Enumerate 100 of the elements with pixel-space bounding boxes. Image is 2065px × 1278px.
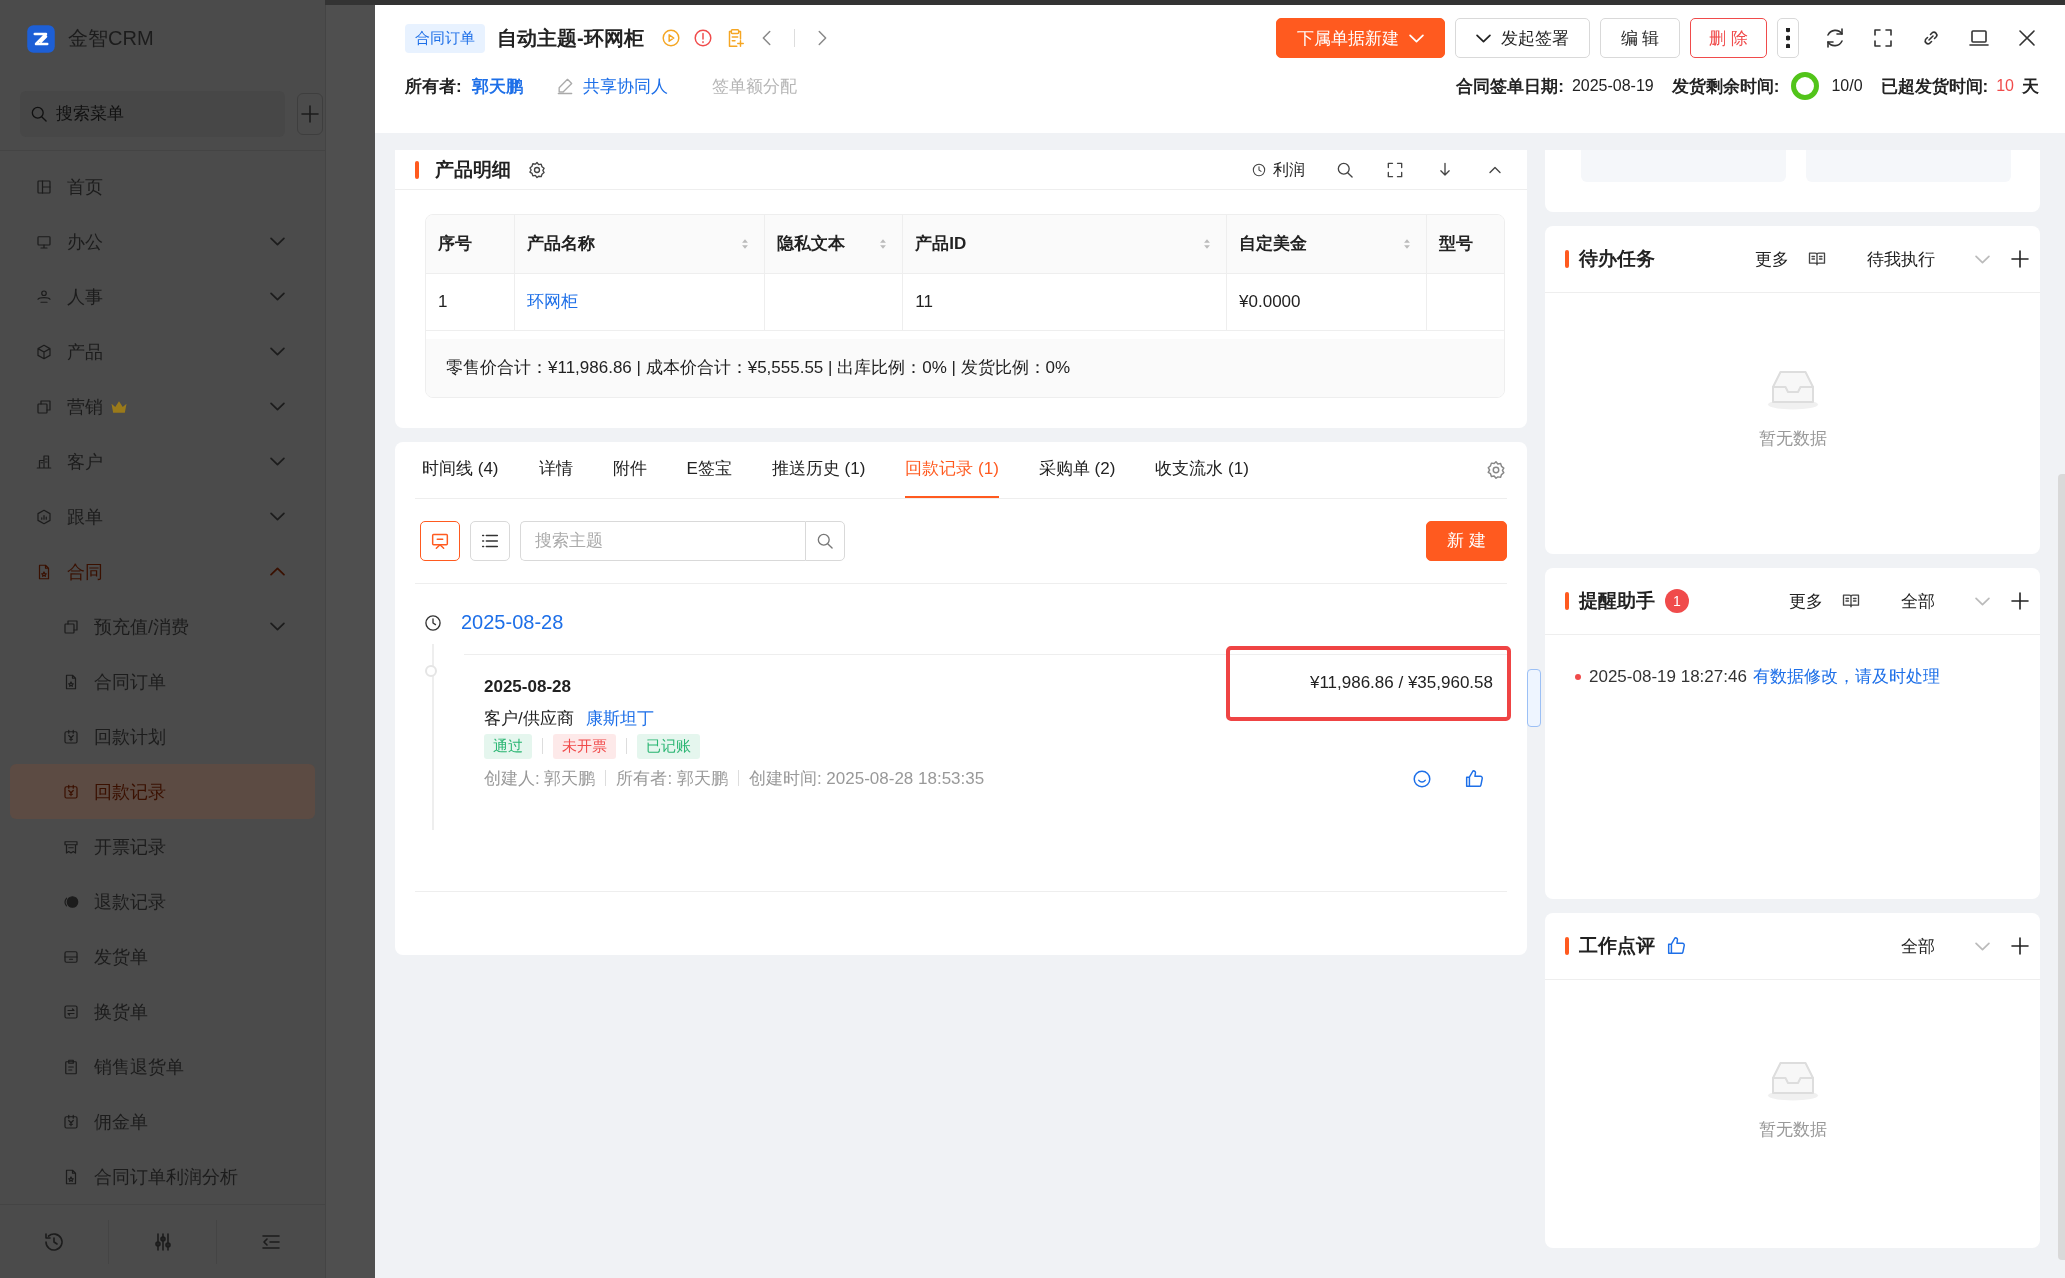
timeline-date: 2025-08-28 bbox=[461, 611, 564, 634]
record-title: 自动主题-环网柜 bbox=[497, 25, 644, 51]
status-tag: 已记账 bbox=[637, 733, 700, 759]
layout-icon bbox=[35, 177, 53, 196]
tab[interactable]: 推送历史 (1) bbox=[771, 441, 866, 498]
swap-icon bbox=[62, 1002, 80, 1021]
collapse-handle[interactable] bbox=[1527, 669, 1541, 727]
section-title: 工作点评 bbox=[1579, 934, 1655, 958]
meta-text: 创建人: 郭天鹏 bbox=[484, 767, 596, 790]
meta-value: 2025-08-19 bbox=[1571, 77, 1654, 95]
status-tag: 未开票 bbox=[553, 733, 616, 759]
table-cell: 11 bbox=[902, 273, 1227, 330]
section-title: 待办任务 bbox=[1579, 247, 1655, 271]
action-button[interactable]: 编 辑 bbox=[1599, 18, 1681, 58]
status-tag: 通过 bbox=[484, 733, 532, 759]
column-header[interactable]: 自定美金 bbox=[1226, 215, 1427, 273]
chevron-down-icon bbox=[270, 402, 285, 412]
view-toggle[interactable] bbox=[420, 520, 460, 561]
filter-dropdown[interactable]: 全部 bbox=[1901, 589, 1990, 613]
chevron-down-icon bbox=[1475, 33, 1491, 43]
chart-icon bbox=[35, 507, 53, 526]
more-link[interactable]: 更多 bbox=[1755, 247, 1789, 271]
thumbs-up-icon[interactable] bbox=[1463, 767, 1485, 790]
column-header[interactable]: 隐私文本 bbox=[764, 215, 903, 273]
clipboard-icon bbox=[62, 1057, 80, 1076]
tab[interactable]: 回款记录 (1) bbox=[905, 441, 999, 498]
share-link[interactable]: 共享协同人 bbox=[554, 74, 668, 98]
tab[interactable]: 采购单 (2) bbox=[1038, 441, 1116, 498]
add-icon[interactable] bbox=[2008, 589, 2032, 613]
amount-text: ¥11,986.86 / ¥35,960.58 bbox=[1226, 645, 1511, 721]
chevron-down-icon bbox=[1408, 33, 1424, 43]
filter-dropdown[interactable]: 全部 bbox=[1901, 934, 1990, 958]
table-cell: ¥0.0000 bbox=[1226, 273, 1427, 330]
chevron-down-icon bbox=[1975, 254, 1990, 264]
meta-label: 合同签单日期: bbox=[1456, 75, 1564, 98]
meta-text: 所有者: 郭天鹏 bbox=[616, 767, 728, 790]
owner-label: 所有者: bbox=[405, 75, 462, 98]
bullet-dot bbox=[1575, 673, 1581, 680]
meta-label: 已超发货时间: bbox=[1880, 75, 1989, 98]
tab[interactable]: 收支流水 (1) bbox=[1155, 441, 1249, 498]
chevron-down-icon bbox=[1975, 941, 1990, 951]
add-icon[interactable] bbox=[2008, 934, 2032, 958]
product-link[interactable]: 环网柜 bbox=[514, 273, 765, 330]
settings-icon[interactable] bbox=[1485, 458, 1507, 481]
entry-date: 2025-08-28 bbox=[484, 676, 572, 697]
thumbs-up-icon[interactable] bbox=[1665, 935, 1687, 957]
calendar-icon bbox=[62, 727, 80, 746]
chevron-down-icon bbox=[270, 512, 285, 522]
owner-link[interactable]: 郭天鹏 bbox=[471, 74, 523, 98]
copy-icon bbox=[62, 617, 80, 636]
fullscreen-icon[interactable] bbox=[1871, 26, 1895, 50]
progress-ring bbox=[1791, 72, 1820, 100]
chevron-up-icon bbox=[270, 567, 285, 577]
more-link[interactable]: 更多 bbox=[1789, 589, 1823, 613]
count-badge: 1 bbox=[1665, 589, 1689, 613]
search-icon[interactable] bbox=[1335, 160, 1355, 180]
profit-toggle[interactable]: 利润 bbox=[1251, 159, 1305, 181]
clock-icon bbox=[423, 612, 443, 633]
tab[interactable]: E签宝 bbox=[686, 441, 732, 498]
section-title: 产品明细 bbox=[435, 158, 511, 182]
chevron-down-icon bbox=[270, 292, 285, 302]
action-button[interactable]: 下属单据新建 bbox=[1275, 18, 1445, 58]
empty-text: 暂无数据 bbox=[1758, 428, 1827, 450]
meta-value: 10 bbox=[1996, 77, 2014, 95]
search-button[interactable] bbox=[805, 520, 845, 561]
chevron-down-icon bbox=[1975, 596, 1990, 606]
add-icon[interactable] bbox=[2008, 247, 2032, 271]
copy-icon bbox=[35, 397, 53, 416]
column-header: 型号 bbox=[1426, 215, 1504, 273]
column-header[interactable]: 产品ID bbox=[902, 215, 1227, 273]
fullscreen-icon[interactable] bbox=[1385, 160, 1405, 180]
column-header: 序号 bbox=[426, 215, 515, 273]
record-type-tag: 合同订单 bbox=[405, 23, 485, 53]
action-button[interactable]: 删 除 bbox=[1690, 18, 1767, 58]
chevron-down-icon bbox=[270, 237, 285, 247]
summary-text: 零售价合计：¥11,986.86 | 成本价合计：¥5,555.55 | 出库比例：0% | 发货比例：0% bbox=[426, 338, 1504, 397]
party-link[interactable]: 康斯坦丁 bbox=[585, 706, 654, 730]
search-field[interactable]: 搜索主题 bbox=[520, 520, 805, 561]
logo-icon bbox=[26, 23, 56, 54]
meta-text: 创建时间: 2025-08-28 18:53:35 bbox=[748, 767, 985, 790]
reminder-link[interactable]: 有数据修改，请及时处理 bbox=[1752, 665, 1940, 688]
column-header[interactable]: 产品名称 bbox=[514, 215, 765, 273]
person-icon bbox=[35, 287, 53, 306]
tab[interactable]: 附件 bbox=[612, 441, 647, 498]
meta-label: 天 bbox=[2022, 75, 2039, 98]
tab[interactable]: 详情 bbox=[538, 441, 573, 498]
new-button[interactable]: 新 建 bbox=[1426, 520, 1507, 561]
reminder-time: 2025-08-19 18:27:46 bbox=[1589, 666, 1747, 687]
meta-label: 发货剩余时间: bbox=[1671, 75, 1780, 98]
party-label: 客户/供应商 bbox=[484, 707, 574, 730]
calendar-icon bbox=[62, 1112, 80, 1131]
more-icon bbox=[1786, 28, 1790, 48]
more-button[interactable] bbox=[1777, 18, 1799, 58]
gear-icon[interactable] bbox=[527, 160, 547, 180]
building-icon bbox=[35, 452, 53, 471]
table-cell: 1 bbox=[426, 273, 515, 330]
meta-value: 10/0 bbox=[1831, 77, 1863, 95]
filter-dropdown[interactable]: 待我执行 bbox=[1867, 247, 1990, 271]
tab[interactable]: 时间线 (4) bbox=[422, 441, 499, 498]
action-button[interactable]: 发起签署 bbox=[1454, 18, 1590, 58]
